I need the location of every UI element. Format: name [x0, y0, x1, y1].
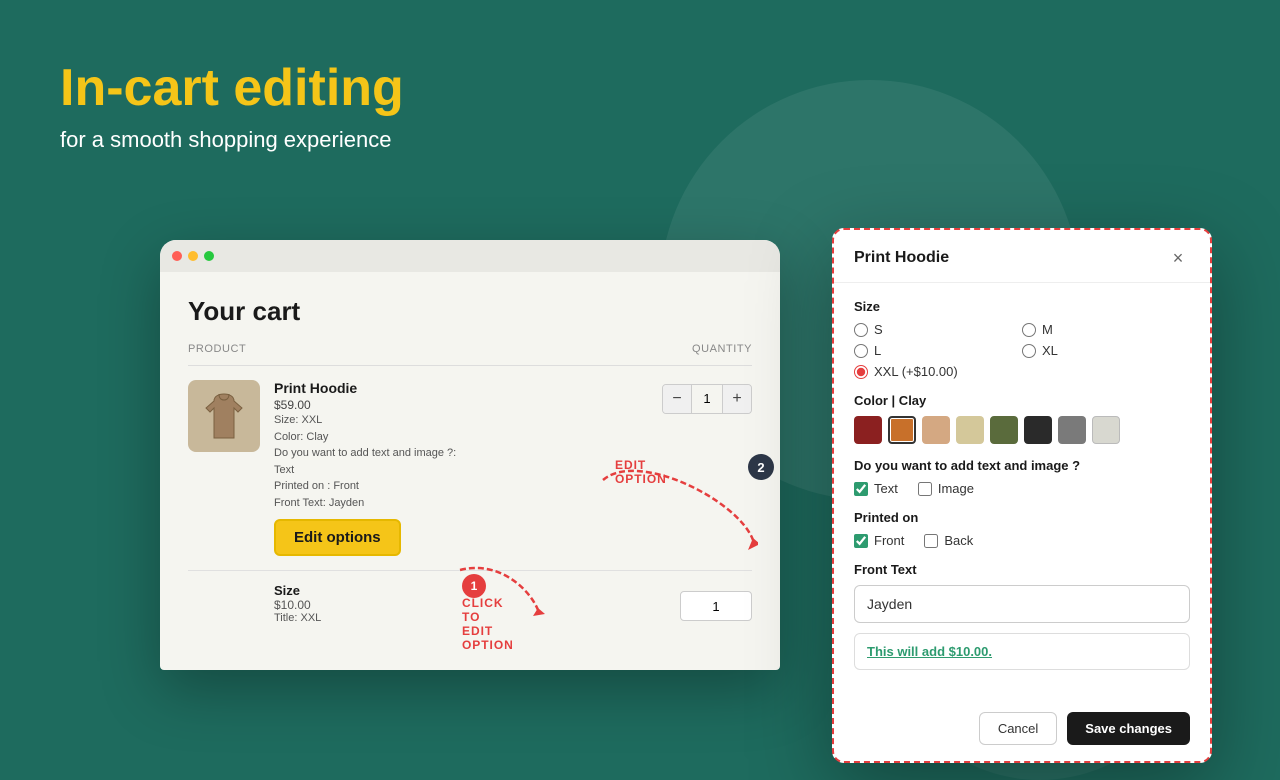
size-label: Size — [854, 299, 1190, 314]
item-2-details: Title: XXL — [274, 612, 648, 624]
qty-value-1: 1 — [691, 384, 723, 414]
text-checkbox-label: Text — [874, 481, 898, 496]
color-label: Color | Clay — [854, 393, 1190, 408]
color-swatches — [854, 416, 1190, 444]
info-box: This will add $10.00. — [854, 633, 1190, 670]
color-swatch-clay[interactable] — [888, 416, 916, 444]
color-swatch-gray[interactable] — [1058, 416, 1086, 444]
item-2-qty-area: 1 — [662, 583, 752, 624]
size-xxl[interactable]: XXL (+$10.00) — [854, 364, 1190, 379]
front-text-label: Front Text — [854, 562, 1190, 577]
image-checkbox-label: Image — [938, 481, 974, 496]
cart-title: Your cart — [188, 296, 752, 327]
color-swatch-sand[interactable] — [956, 416, 984, 444]
item-1-details: Size: XXL Color: Clay Do you want to add… — [274, 412, 648, 511]
modal-title: Print Hoodie — [854, 249, 949, 267]
hero-section: In-cart editing for a smooth shopping ex… — [60, 60, 404, 153]
text-image-checkboxes: Text Image — [854, 481, 1190, 496]
edit-options-button[interactable]: Edit options — [274, 519, 401, 556]
color-swatch-light[interactable] — [1092, 416, 1120, 444]
cart-table-header: PRODUCT QUANTITY — [188, 343, 752, 366]
cart-item-1: Print Hoodie $59.00 Size: XXL Color: Cla… — [188, 380, 752, 556]
quantity-col-header: QUANTITY — [692, 343, 752, 355]
qty-stepper-1[interactable]: − 1 + — [662, 384, 752, 414]
item-1-name: Print Hoodie — [274, 380, 648, 396]
printed-on-checkboxes: Front Back — [854, 533, 1190, 548]
color-swatch-olive[interactable] — [990, 416, 1018, 444]
qty-decrement-1[interactable]: − — [663, 384, 691, 414]
back-checkbox-label: Back — [944, 533, 973, 548]
size-xl[interactable]: XL — [1022, 343, 1190, 358]
step1-area: 1 — [462, 574, 486, 598]
color-swatch-tan[interactable] — [922, 416, 950, 444]
add-text-image-label: Do you want to add text and image ? — [854, 458, 1190, 473]
browser-dot-green — [204, 251, 214, 261]
step2-badge-overlay: 2 — [748, 454, 774, 480]
item-2-price: $10.00 — [274, 598, 648, 612]
hero-subtitle: for a smooth shopping experience — [60, 127, 404, 153]
browser-dot-yellow — [188, 251, 198, 261]
item-2-name: Size — [274, 583, 648, 598]
image-checkbox[interactable]: Image — [918, 481, 974, 496]
color-swatch-darkred[interactable] — [854, 416, 882, 444]
front-text-input[interactable] — [854, 585, 1190, 623]
size-l[interactable]: L — [854, 343, 1022, 358]
browser-dot-red — [172, 251, 182, 261]
size-m[interactable]: M — [1022, 322, 1190, 337]
printed-on-label: Printed on — [854, 510, 1190, 525]
modal-close-button[interactable]: × — [1166, 246, 1190, 270]
text-checkbox[interactable]: Text — [854, 481, 898, 496]
qty-increment-1[interactable]: + — [723, 384, 751, 414]
step1-badge: 1 — [462, 574, 486, 598]
item-1-qty-area: − 1 + — [662, 380, 752, 556]
front-checkbox-label: Front — [874, 533, 904, 548]
front-checkbox[interactable]: Front — [854, 533, 904, 548]
product-image — [188, 380, 260, 452]
step2-badge: 2 — [748, 454, 774, 480]
modal-header: Print Hoodie × — [834, 230, 1210, 283]
modal-body: Size S M L XL XXL (+$10.00) Color | Clay — [834, 283, 1210, 700]
save-changes-button[interactable]: Save changes — [1067, 712, 1190, 745]
back-checkbox[interactable]: Back — [924, 533, 973, 548]
hero-title: In-cart editing — [60, 60, 404, 117]
info-price: $10.00 — [949, 644, 989, 659]
product-col-header: PRODUCT — [188, 343, 246, 355]
size-s[interactable]: S — [854, 322, 1022, 337]
info-text: This will add $10.00. — [867, 644, 992, 659]
color-swatch-black[interactable] — [1024, 416, 1052, 444]
qty-box-2: 1 — [680, 591, 752, 621]
modal-dialog: Print Hoodie × Size S M L XL XXL (+$10.0… — [832, 228, 1212, 763]
browser-bar — [160, 240, 780, 272]
cancel-button[interactable]: Cancel — [979, 712, 1057, 745]
modal-footer: Cancel Save changes — [834, 700, 1210, 761]
item-1-price: $59.00 — [274, 398, 648, 412]
size-radio-group: S M L XL XXL (+$10.00) — [854, 322, 1190, 379]
